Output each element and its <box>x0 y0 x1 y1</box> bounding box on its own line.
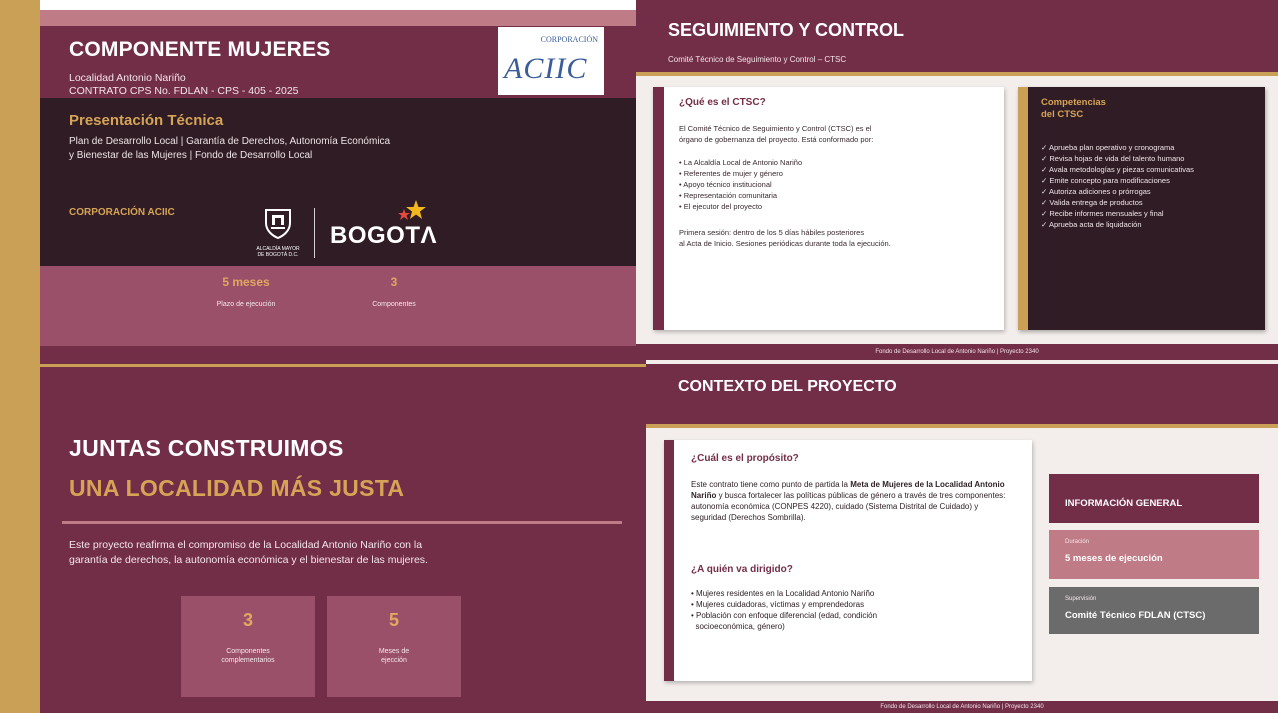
slide-juntas-construimos[interactable]: JUNTAS CONSTRUIMOS UNA LOCALIDAD MÁS JUS… <box>0 360 646 713</box>
header-divider <box>636 72 1278 76</box>
slide-contexto-proyecto[interactable]: CONTEXTO DEL PROYECTO ¿Cuál es el propós… <box>646 360 1278 713</box>
slide-seguimiento-control[interactable]: SEGUIMIENTO Y CONTROL Comité Técnico de … <box>636 0 1278 360</box>
card-accent <box>653 87 664 330</box>
card-title: ¿Qué es el CTSC? <box>679 97 766 108</box>
competencias-list: ✓ Aprueba plan operativo y cronograma ✓ … <box>1041 142 1194 230</box>
list-item: ✓ Emite concepto para modificaciones <box>1041 176 1170 185</box>
headline-line2: UNA LOCALIDAD MÁS JUSTA <box>69 475 405 501</box>
corporation-name: CORPORACIÓN ACIIC <box>69 207 175 218</box>
list-item: • Representación comunitaria <box>679 191 778 200</box>
list-item: • La Alcaldía Local de Antonio Nariño <box>679 158 803 167</box>
stat-components-label: Componentes <box>372 301 416 308</box>
accent-strip <box>0 0 40 360</box>
list-item: ✓ Aprueba acta de liquidación <box>1041 220 1142 229</box>
alcaldia-logo: ALCALDÍA MAYOR DE BOGOTÁ D.C. <box>250 207 306 258</box>
logo-divider <box>314 208 315 258</box>
audience-list: • Mujeres residentes en la Localidad Ant… <box>691 588 1011 632</box>
list-item: ✓ Recibe informes mensuales y final <box>1041 209 1164 218</box>
headline-line1: JUNTAS CONSTRUIMOS <box>69 435 344 461</box>
logo-wordmark: ACIIC <box>504 52 588 85</box>
header-divider <box>646 424 1278 428</box>
competencias-card: Competencias del CTSC ✓ Aprueba plan ope… <box>1018 87 1265 330</box>
list-item: • Apoyo técnico institucional <box>679 180 772 189</box>
duration-box: Duración 5 meses de ejecución <box>1049 530 1259 579</box>
stat-duration-label: Plazo de ejecución <box>216 301 276 308</box>
list-item: ✓ Revisa hojas de vida del talento human… <box>1041 154 1185 163</box>
slide-title: COMPONENTE MUJERES <box>69 38 331 61</box>
competencias-title: Competencias del CTSC <box>1041 97 1106 120</box>
session-note: Primera sesión: dentro de los 5 días háb… <box>679 228 891 248</box>
stat-label: Componentes complementarios <box>221 648 275 664</box>
info-header: INFORMACIÓN GENERAL <box>1065 498 1183 509</box>
list-item: • Población con enfoque diferencial (eda… <box>691 611 878 620</box>
list-item: • Mujeres cuidadoras, víctimas y emprend… <box>691 600 865 609</box>
slide-title: CONTEXTO DEL PROYECTO <box>678 378 897 395</box>
members-list: • La Alcaldía Local de Antonio Nariño • … <box>679 157 979 212</box>
presentation-title: Presentación Técnica <box>69 112 224 129</box>
purpose-text: Este contrato tiene como punto de partid… <box>691 480 1006 522</box>
stat-value: 3 <box>242 610 253 630</box>
list-item: socioeconómica, género) <box>691 622 785 631</box>
footer-text: Fondo de Desarrollo Local de Antonio Nar… <box>875 349 1039 355</box>
slide-subtitle: Comité Técnico de Seguimiento y Control … <box>668 55 847 64</box>
footer-text: Fondo de Desarrollo Local de Antonio Nar… <box>880 704 1044 710</box>
stat-card-components: 3 Componentes complementarios <box>181 596 315 697</box>
card-accent <box>1018 87 1028 330</box>
list-item: ✓ Valida entrega de productos <box>1041 198 1143 207</box>
ctsc-card: ¿Qué es el CTSC? El Comité Técnico de Se… <box>653 87 1004 330</box>
supervision-box: Supervisión Comité Técnico FDLAN (CTSC) <box>1049 587 1259 634</box>
presentation-description: Plan de Desarrollo Local | Garantía de D… <box>69 136 391 161</box>
stat-card-months: 5 Meses de ejección <box>327 596 461 697</box>
list-item: • El ejecutor del proyecto <box>679 202 763 211</box>
top-band <box>40 10 636 26</box>
coat-of-arms-icon <box>265 209 291 240</box>
slide-componente-mujeres[interactable]: COMPONENTE MUJERES Localidad Antonio Nar… <box>0 0 636 360</box>
headline-divider <box>62 521 622 524</box>
stat-value: 5 <box>388 610 399 630</box>
stars-icon <box>398 200 426 220</box>
top-rule <box>40 364 646 367</box>
audience-heading: ¿A quién va dirigido? <box>691 564 793 575</box>
list-item: • Mujeres residentes en la Localidad Ant… <box>691 589 875 598</box>
bogota-logo: BOGOTΛ <box>330 222 438 249</box>
stat-duration-value: 5 meses <box>222 275 270 289</box>
stat-components-value: 3 <box>390 275 398 289</box>
aciic-logo: CORPORACIÓN ACIIC <box>498 27 604 95</box>
list-item: ✓ Avala metodologías y piezas comunicati… <box>1041 165 1194 174</box>
logo-caption: CORPORACIÓN <box>540 35 598 44</box>
card-accent <box>664 440 674 681</box>
accent-strip <box>0 360 40 713</box>
list-item: ✓ Autoriza adiciones o prórrogas <box>1041 187 1151 196</box>
subtitle-contract: CONTRATO CPS No. FDLAN - CPS - 405 - 202… <box>69 85 299 97</box>
card-intro: El Comité Técnico de Seguimiento y Contr… <box>679 124 874 144</box>
list-item: ✓ Aprueba plan operativo y cronograma <box>1041 143 1175 152</box>
subtitle-locality: Localidad Antonio Nariño <box>69 72 186 84</box>
list-item: • Referentes de mujer y género <box>679 169 783 178</box>
commitment-text: Este proyecto reafirma el compromiso de … <box>69 539 428 566</box>
info-header-box: INFORMACIÓN GENERAL <box>1049 474 1259 523</box>
supervision-value: Comité Técnico FDLAN (CTSC) <box>1065 610 1206 621</box>
stat-label: Meses de ejección <box>378 648 410 664</box>
bottom-band <box>40 346 636 360</box>
context-card: ¿Cuál es el propósito? Este contrato tie… <box>664 440 1032 681</box>
duration-label: Duración <box>1065 539 1090 545</box>
supervision-label: Supervisión <box>1065 596 1097 602</box>
slide-title: SEGUIMIENTO Y CONTROL <box>668 20 905 40</box>
duration-value: 5 meses de ejecución <box>1065 553 1163 564</box>
purpose-heading: ¿Cuál es el propósito? <box>691 453 799 464</box>
